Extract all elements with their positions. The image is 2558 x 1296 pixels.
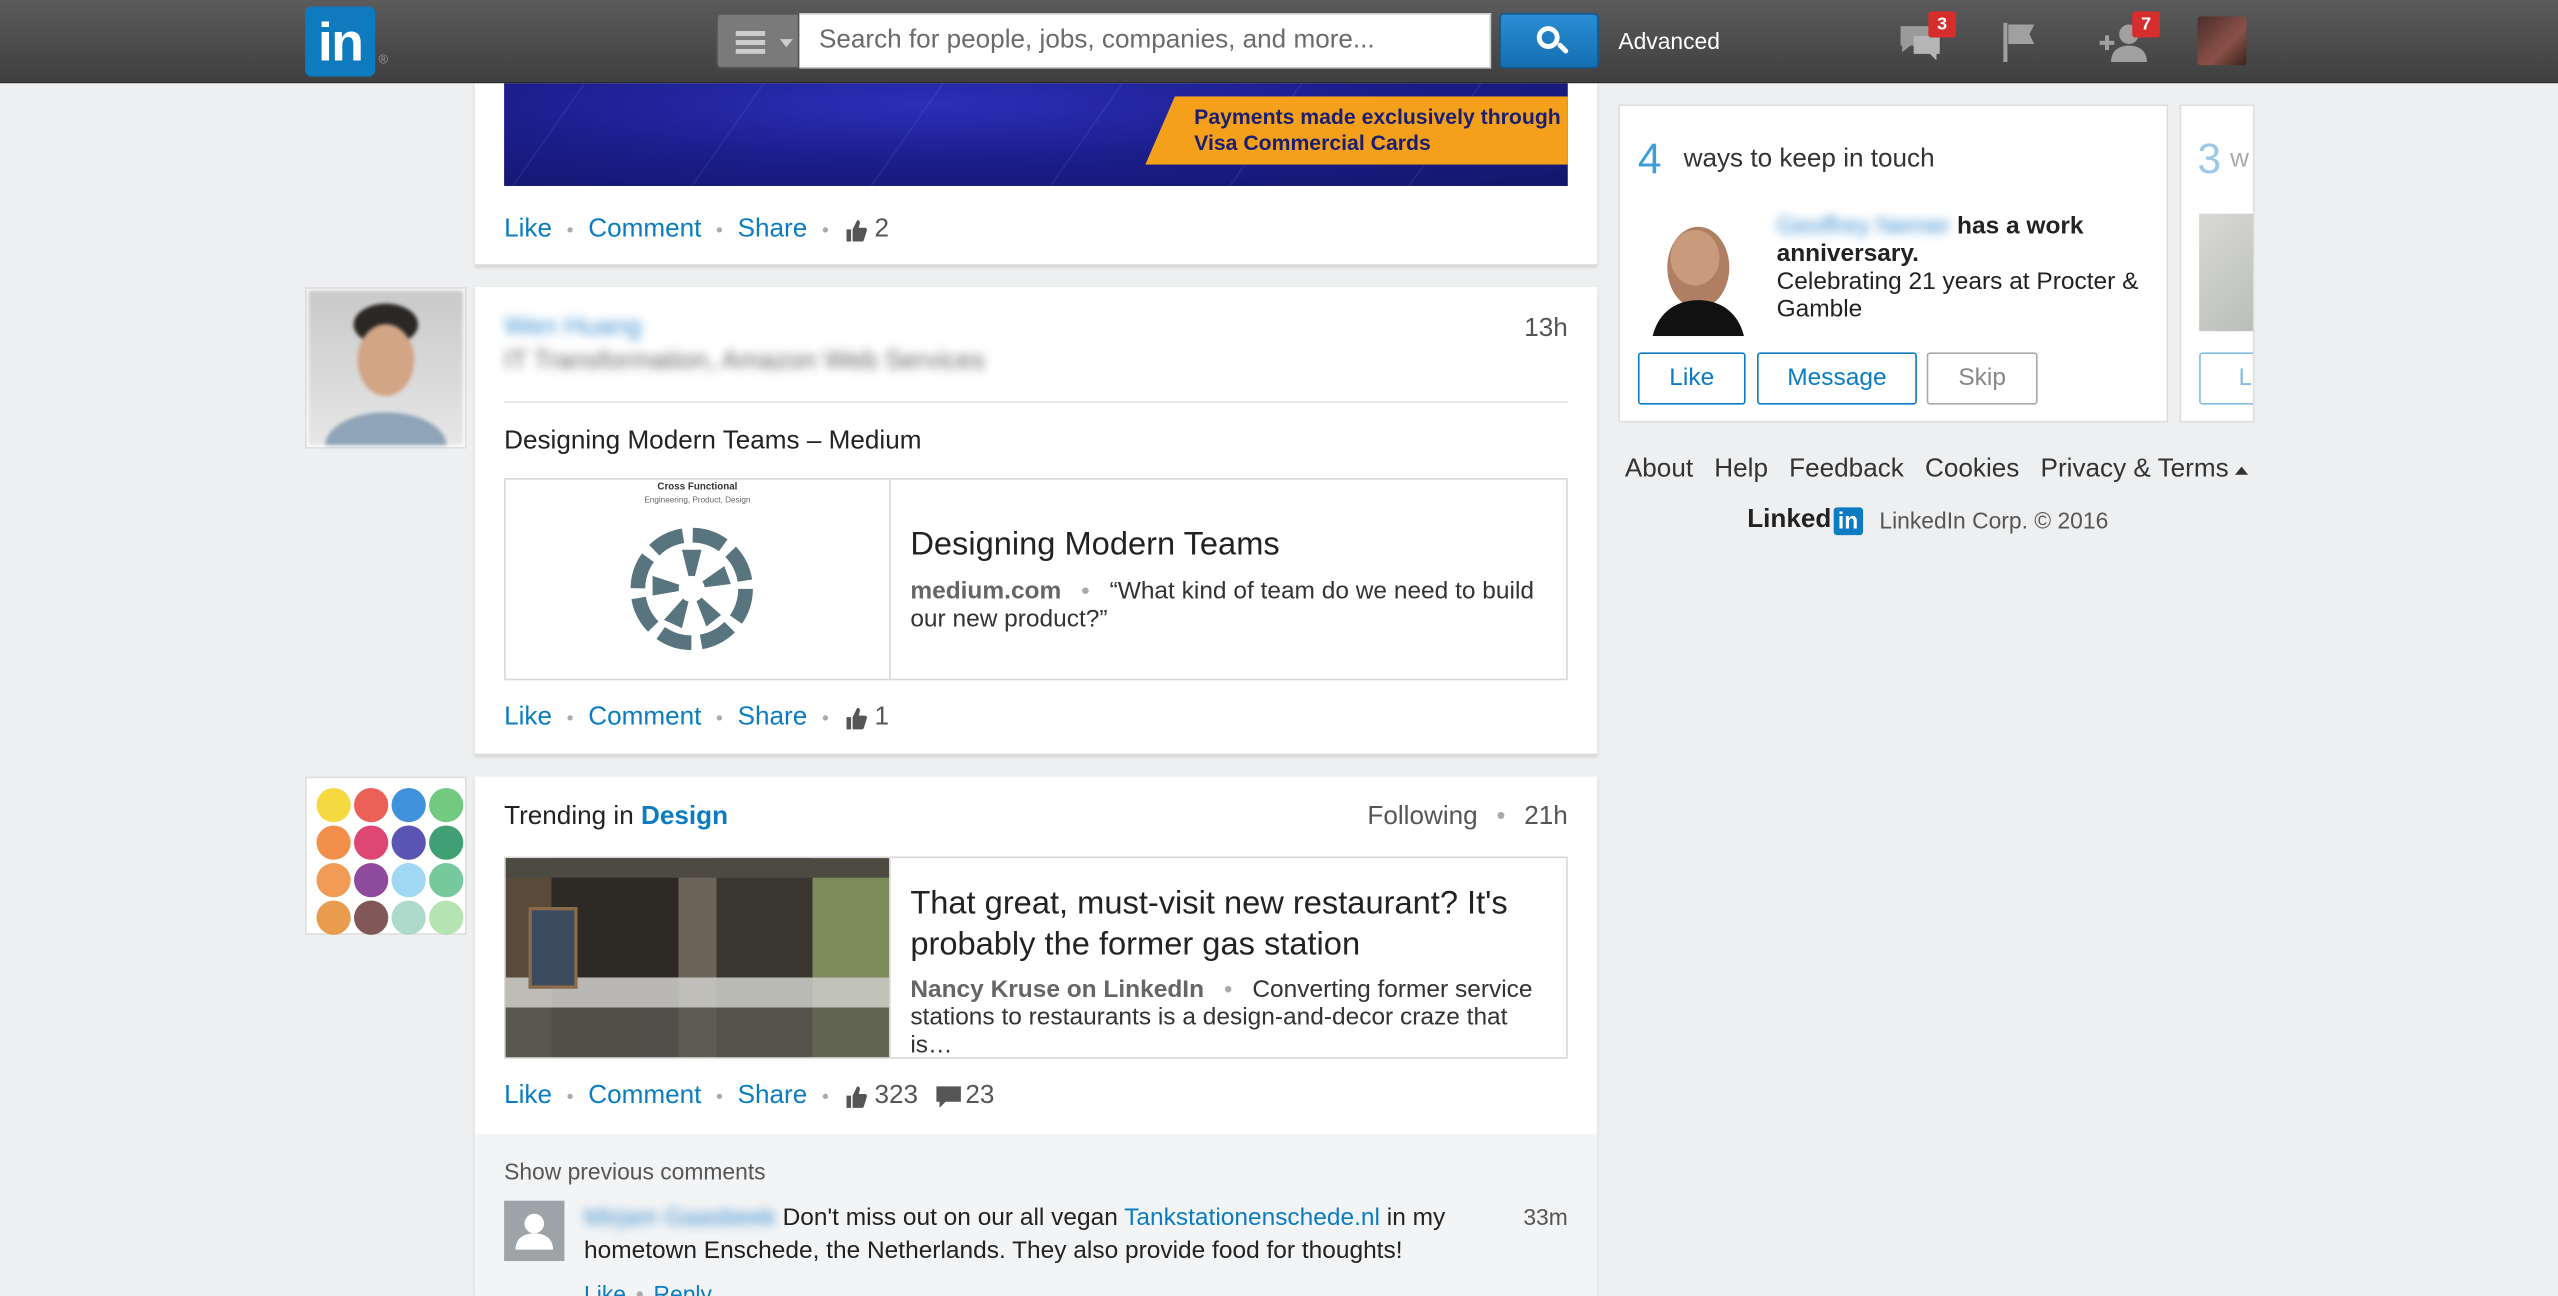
messages-nav-button[interactable]: 3 xyxy=(1894,11,1957,68)
keep-in-touch-count: 4 xyxy=(1637,133,1662,183)
thumb-up-icon xyxy=(846,707,868,729)
thumb-up-icon xyxy=(846,219,868,241)
article-link-card[interactable]: That great, must-visit new restaurant? I… xyxy=(504,856,1568,1059)
default-avatar-icon xyxy=(515,1213,554,1250)
post-actions: Like • Comment • Share • 2 xyxy=(504,215,890,244)
post-header-meta: Following • 21h xyxy=(1367,802,1568,831)
banner-tag: Payments made exclusively through Visa C… xyxy=(1145,96,1568,165)
comment-timestamp: 33m xyxy=(1523,1203,1568,1231)
post-title: Designing Modern Teams – Medium xyxy=(504,427,922,456)
link-title[interactable]: Designing Modern Teams xyxy=(910,525,1279,566)
comment-body: Mirjam Gaasbeek Don't miss out on our al… xyxy=(584,1203,1446,1265)
author-headline: IT Transformation, Amazon Web Services xyxy=(504,347,985,376)
chevron-down-icon xyxy=(779,39,793,48)
team-wheel-graphic xyxy=(630,527,753,651)
profile-avatar[interactable] xyxy=(2197,16,2247,66)
article-meta: Nancy Kruse on LinkedIn • Converting for… xyxy=(910,975,1533,1059)
caret-up-icon xyxy=(2235,465,2249,474)
comment-link-url[interactable]: Tankstationenschede.nl xyxy=(1124,1204,1380,1232)
linkedin-logo[interactable]: in xyxy=(305,6,376,77)
contact-avatar[interactable] xyxy=(1639,213,1758,337)
comment-link[interactable]: Comment xyxy=(588,1082,701,1111)
like-link[interactable]: Like xyxy=(504,1082,552,1111)
like-link[interactable]: Like xyxy=(504,215,552,244)
likes-count[interactable]: 1 xyxy=(843,703,889,732)
trending-topic-link[interactable]: Design xyxy=(641,803,728,831)
comment-author[interactable]: Mirjam Gaasbeek xyxy=(584,1204,776,1232)
sponsored-banner-image[interactable]: Payments made exclusively through Visa C… xyxy=(504,83,1568,186)
message-button[interactable]: Message xyxy=(1757,352,1917,405)
footer-logo-in: in xyxy=(1832,506,1864,535)
post-timestamp: 13h xyxy=(1524,314,1568,343)
share-link[interactable]: Share xyxy=(738,703,808,732)
feed-post-trending: Trending in Design Following • 21h That … xyxy=(474,776,1598,1296)
watercolor-dots-graphic xyxy=(316,787,464,935)
post-actions: Like • Comment • Share • 323 23 xyxy=(504,1081,995,1111)
comment-reply-link[interactable]: Reply xyxy=(654,1281,712,1296)
likes-count[interactable]: 323 xyxy=(843,1082,918,1111)
skip-button[interactable]: Skip xyxy=(1926,352,2038,405)
advanced-search-link[interactable]: Advanced xyxy=(1618,28,1720,54)
search-input[interactable] xyxy=(799,13,1492,69)
comment-bubble-icon xyxy=(935,1085,961,1108)
registered-mark: ® xyxy=(378,52,389,67)
connections-badge: 7 xyxy=(2132,11,2160,38)
contact-avatar xyxy=(2199,213,2253,332)
messages-badge: 3 xyxy=(1928,11,1957,38)
author-avatar[interactable] xyxy=(305,287,467,449)
author-name[interactable]: Wen Huang xyxy=(504,313,641,342)
link-source: medium.com xyxy=(910,577,1062,606)
comment-link[interactable]: Comment xyxy=(588,215,701,244)
contact-name[interactable]: Geoffrey Nemer xyxy=(1777,212,1951,240)
post-timestamp: 21h xyxy=(1524,802,1568,831)
trending-header: Trending in Design xyxy=(504,802,729,831)
comment-like-link[interactable]: Like xyxy=(584,1281,626,1296)
commenter-avatar[interactable] xyxy=(504,1200,565,1262)
footer-links: About Help Feedback Cookies Privacy & Te… xyxy=(1625,455,2249,484)
share-link[interactable]: Share xyxy=(738,1082,808,1111)
keep-in-touch-card: 4 ways to keep in touch Geoffrey Nemer h… xyxy=(1618,104,2169,423)
footer-link-privacy-terms[interactable]: Privacy & Terms xyxy=(2041,455,2249,484)
comment-link[interactable]: Comment xyxy=(588,703,701,732)
post-actions: Like • Comment • Share • 1 xyxy=(504,703,890,732)
keep-in-touch-card-next[interactable]: 3 w Li xyxy=(2179,104,2255,423)
comments-section: Show previous comments Mirjam Gaasbeek D… xyxy=(474,1133,1598,1296)
search-category-menu-button[interactable] xyxy=(716,13,800,69)
restaurant-photo xyxy=(505,858,891,1058)
footer-link-feedback[interactable]: Feedback xyxy=(1789,455,1904,484)
footer-link-help[interactable]: Help xyxy=(1714,455,1768,484)
shared-link-card[interactable]: Cross Functional Engineering, Product, D… xyxy=(504,478,1568,681)
feed-post-share: Wen Huang IT Transformation, Amazon Web … xyxy=(474,287,1598,756)
trending-topic-image[interactable] xyxy=(305,776,467,935)
thumb-up-icon xyxy=(846,1085,868,1108)
share-link[interactable]: Share xyxy=(738,215,808,244)
footer-link-about[interactable]: About xyxy=(1625,455,1693,484)
connections-nav-button[interactable]: 7 xyxy=(2098,11,2160,68)
anniversary-text: Geoffrey Nemer has a work anniversary. C… xyxy=(1776,212,2139,324)
footer-logo-word: Linked xyxy=(1747,505,1832,534)
keep-in-touch-title: ways to keep in touch xyxy=(1683,145,1935,173)
like-anniversary-button[interactable]: Like xyxy=(1637,352,1746,405)
like-anniversary-button[interactable]: Li xyxy=(2199,352,2253,405)
link-thumbnail: Cross Functional Engineering, Product, D… xyxy=(506,479,891,679)
likes-count[interactable]: 2 xyxy=(843,215,889,244)
footer-brand: Linked in LinkedIn Corp. © 2016 xyxy=(1747,506,2108,535)
search-button[interactable] xyxy=(1499,13,1599,69)
menu-icon xyxy=(735,30,766,54)
footer-link-cookies[interactable]: Cookies xyxy=(1925,455,2019,484)
comments-count[interactable]: 23 xyxy=(918,1082,994,1111)
flag-icon xyxy=(2003,22,2035,62)
comment-actions: Like • Reply xyxy=(584,1281,712,1296)
notifications-nav-button[interactable] xyxy=(1995,16,2047,68)
top-navigation-bar: in ® Advanced 3 xyxy=(0,0,2558,84)
show-previous-comments-link[interactable]: Show previous comments xyxy=(504,1158,766,1184)
copyright: LinkedIn Corp. © 2016 xyxy=(1879,507,2109,534)
link-meta: medium.com • “What kind of team do we ne… xyxy=(910,577,1535,633)
like-link[interactable]: Like xyxy=(504,703,552,732)
article-source: Nancy Kruse on LinkedIn xyxy=(910,975,1205,1004)
following-label[interactable]: Following xyxy=(1367,803,1477,831)
feed-post-sponsored: Payments made exclusively through Visa C… xyxy=(474,83,1598,266)
article-title[interactable]: That great, must-visit new restaurant? I… xyxy=(910,884,1543,966)
